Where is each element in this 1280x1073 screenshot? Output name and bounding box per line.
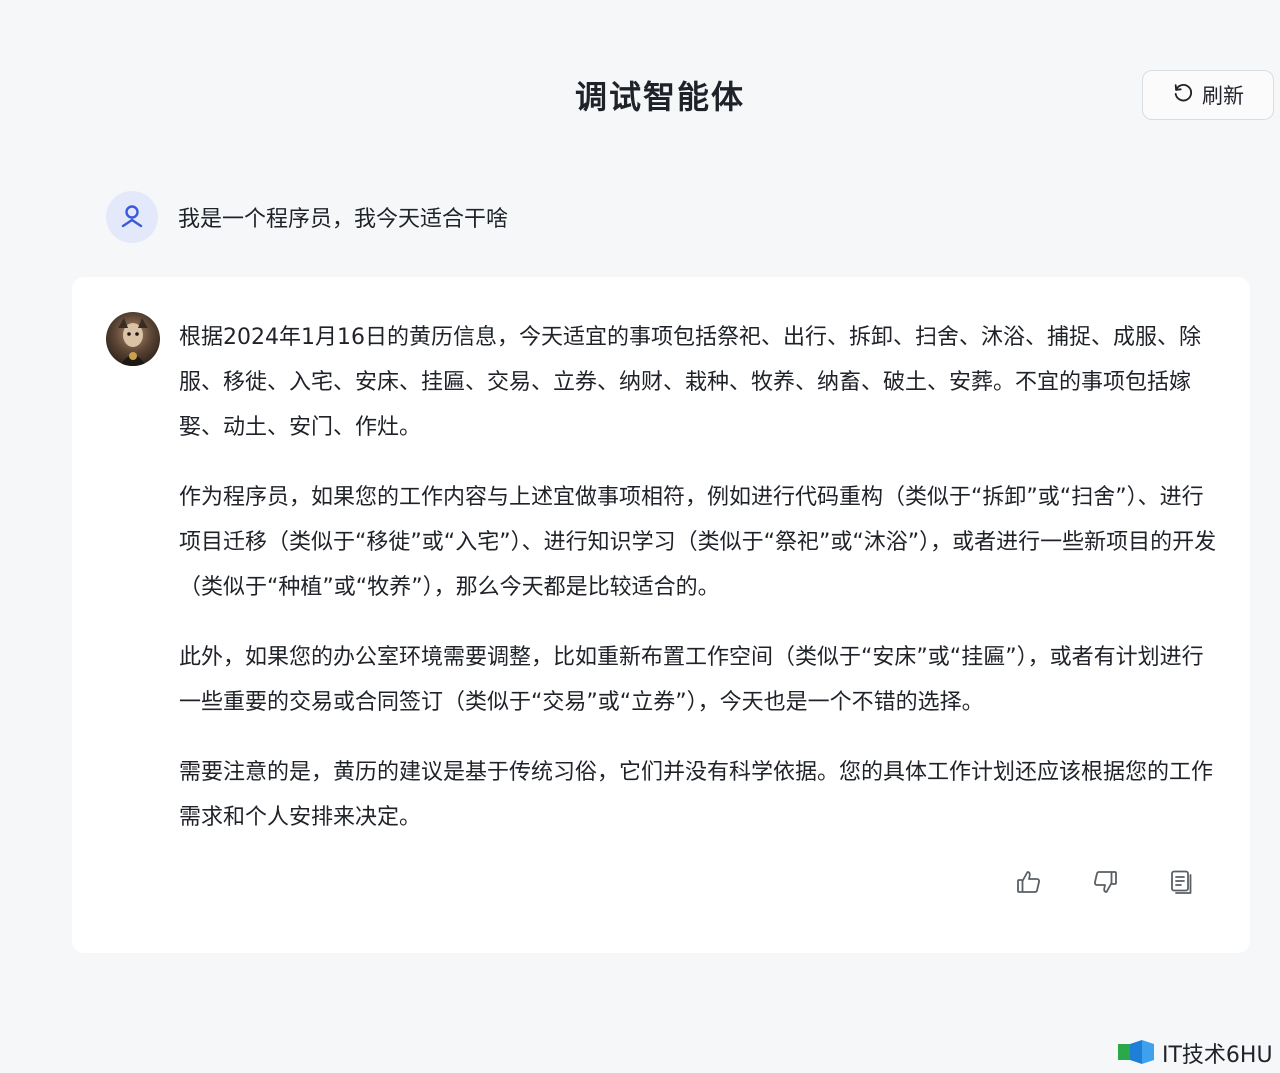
answer-body: 根据2024年1月16日的黄历信息，今天适宜的事项包括祭祀、出行、拆卸、扫舍、沐…	[179, 315, 1219, 865]
answer-paragraph: 根据2024年1月16日的黄历信息，今天适宜的事项包括祭祀、出行、拆卸、扫舍、沐…	[179, 325, 1201, 440]
user-avatar	[106, 191, 158, 243]
bot-avatar-image	[118, 318, 148, 366]
refresh-button[interactable]: 刷新	[1142, 70, 1274, 120]
bot-avatar	[106, 312, 160, 366]
copy-icon[interactable]	[1168, 869, 1194, 895]
answer-paragraph: 此外，如果您的办公室环境需要调整，比如重新布置工作空间（类似于“安床”或“挂匾”…	[179, 645, 1204, 715]
thumbs-down-icon[interactable]	[1092, 869, 1118, 895]
user-icon	[121, 205, 143, 228]
page-title: 调试智能体	[574, 78, 745, 116]
header: 调试智能体 刷新	[0, 0, 1280, 190]
refresh-label: 刷新	[1202, 84, 1244, 108]
refresh-icon	[1172, 82, 1194, 109]
user-message: 我是一个程序员，我今天适合干啥	[106, 190, 508, 244]
thumbs-up-icon[interactable]	[1016, 869, 1042, 895]
watermark-text: IT技术6HU	[1162, 1043, 1273, 1068]
answer-paragraph: 作为程序员，如果您的工作内容与上述宜做事项相符，例如进行代码重构（类似于“拆卸”…	[179, 485, 1217, 600]
watermark-logo-icon	[1118, 1040, 1154, 1064]
answer-paragraph: 需要注意的是，黄历的建议是基于传统习俗，它们并没有科学依据。您的具体工作计划还应…	[179, 760, 1214, 830]
answer-card: 根据2024年1月16日的黄历信息，今天适宜的事项包括祭祀、出行、拆卸、扫舍、沐…	[72, 277, 1250, 953]
user-message-text: 我是一个程序员，我今天适合干啥	[178, 207, 509, 232]
answer-actions	[1016, 869, 1194, 895]
watermark: IT技术6HU	[1116, 1036, 1273, 1070]
